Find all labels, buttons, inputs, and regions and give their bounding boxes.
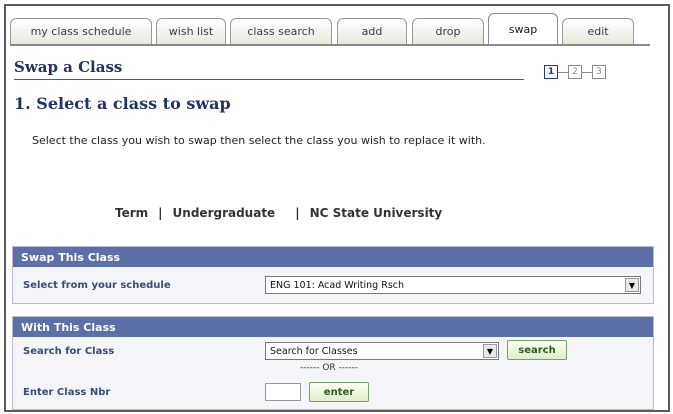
tab-label: edit [587,25,609,38]
tab-label: add [361,25,383,38]
step-connector [558,71,568,73]
schedule-select-value: ENG 101: Acad Writing Rsch [270,279,405,291]
institution-value: NC State University [309,206,443,220]
term-separator: | [158,206,163,220]
tab-class-search[interactable]: class search [230,18,332,44]
class-nbr-label: Enter Class Nbr [23,386,111,398]
search-button[interactable]: search [507,340,567,360]
panel-header: With This Class [13,317,653,337]
step-3: 3 [592,65,606,79]
tab-drop[interactable]: drop [412,18,484,44]
instructions-text: Select the class you wish to swap then s… [32,134,486,147]
page-title: Swap a Class [14,58,123,76]
tab-swap[interactable]: swap [488,13,558,45]
tab-bar: my class schedule wish list class search… [10,10,650,45]
tab-add[interactable]: add [337,18,407,44]
tab-my-class-schedule[interactable]: my class schedule [10,18,152,44]
tab-label: my class schedule [30,25,132,38]
tab-label: class search [247,25,315,38]
dropdown-arrow-icon[interactable]: ▼ [483,344,497,358]
select-schedule-label: Select from your schedule [23,279,171,291]
class-nbr-input[interactable] [265,383,301,401]
panel-row: Search for Class Search for Classes ▼ se… [13,337,653,365]
career-value: Undergraduate [172,206,276,220]
step-1: 1 [544,65,558,79]
term-separator: | [295,206,300,220]
tab-underline [10,44,650,46]
enter-button[interactable]: enter [309,382,369,402]
tab-label: swap [508,23,538,36]
search-for-class-label: Search for Class [23,345,115,357]
tab-edit[interactable]: edit [562,18,634,44]
panel-row: Select from your schedule ENG 101: Acad … [13,267,653,303]
step-indicator: 1 2 3 [544,64,606,80]
swap-this-class-panel: Swap This Class Select from your schedul… [12,246,654,304]
with-this-class-panel: With This Class Search for Class Search … [12,316,654,410]
or-divider: ------ OR ------ [300,363,359,373]
tab-wish-list[interactable]: wish list [156,18,226,44]
dropdown-arrow-icon[interactable]: ▼ [625,278,639,292]
title-divider [14,79,524,80]
term-label: Term [115,206,149,220]
search-type-value: Search for Classes [270,345,358,357]
step-connector [582,71,592,73]
panel-row: Enter Class Nbr enter [13,375,653,409]
term-info: Term | Undergraduate | NC State Universi… [115,206,442,220]
tab-label: drop [435,25,461,38]
tab-label: wish list [168,25,214,38]
step-2: 2 [568,65,582,79]
schedule-select[interactable]: ENG 101: Acad Writing Rsch ▼ [265,276,641,294]
panel-header: Swap This Class [13,247,653,267]
section-title: 1. Select a class to swap [14,94,231,113]
search-type-select[interactable]: Search for Classes ▼ [265,342,499,360]
